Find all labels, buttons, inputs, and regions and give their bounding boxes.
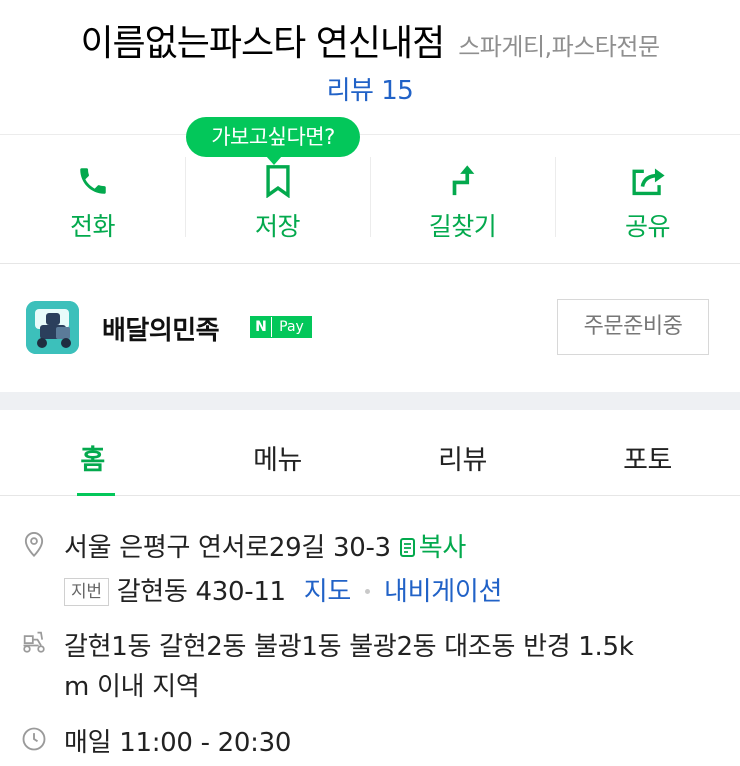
- bookmark-icon: [258, 161, 298, 201]
- directions-label: 길찾기: [428, 212, 497, 241]
- jibun-line: 지번 갈현동 430-11 지도 내비게이션: [64, 571, 502, 608]
- place-header: 이름없는파스타 연신내점 스파게티,파스타전문 리뷰 15: [0, 0, 740, 134]
- jibun-badge: 지번: [64, 578, 109, 606]
- jibun-address: 갈현동 430-11: [116, 577, 286, 607]
- delivery-area-line2: m 이내 지역: [64, 672, 200, 702]
- delivery-scooter-icon: [20, 628, 48, 656]
- directions-icon: [443, 161, 483, 201]
- section-divider: [0, 392, 740, 410]
- delivery-area-line1: 갈현1동 갈현2동 불광1동 불광2동 대조동 반경 1.5k: [64, 632, 634, 662]
- phone-icon: [73, 161, 113, 201]
- directions-button[interactable]: 길찾기: [370, 135, 555, 263]
- business-hours: 매일 11:00 - 20:30: [64, 728, 292, 758]
- share-button[interactable]: 공유: [555, 135, 740, 263]
- call-button[interactable]: 전화: [0, 135, 185, 263]
- save-tooltip: 가보고싶다면?: [186, 117, 360, 165]
- road-address: 서울 은평구 연서로29길 30-3: [64, 533, 391, 563]
- copy-label: 복사: [418, 533, 467, 563]
- place-category: 스파게티,파스타전문: [458, 33, 660, 61]
- place-title: 이름없는파스타 연신내점: [80, 23, 445, 64]
- clock-icon: [20, 725, 48, 753]
- map-link[interactable]: 지도: [304, 577, 352, 607]
- action-bar: 전화 저장 길찾기 공유: [0, 134, 740, 264]
- place-info: 서울 은평구 연서로29길 30-3 복사 지번 갈현동 430-11 지도 내비게…: [0, 496, 740, 766]
- copy-icon: [399, 538, 415, 557]
- tab-menu[interactable]: 메뉴: [185, 410, 370, 495]
- share-label: 공유: [624, 212, 671, 241]
- tab-review[interactable]: 리뷰: [370, 410, 555, 495]
- share-icon: [628, 161, 668, 201]
- navigation-link[interactable]: 내비게이션: [384, 577, 502, 607]
- npay-badge: N Pay: [250, 316, 312, 338]
- npay-pay-text: Pay: [271, 317, 311, 337]
- copy-address-button[interactable]: 복사: [399, 533, 466, 563]
- tab-bar: 홈 메뉴 리뷰 포토: [0, 410, 740, 496]
- save-label: 저장: [254, 212, 301, 241]
- call-label: 전화: [69, 212, 116, 241]
- address-line: 서울 은평구 연서로29길 30-3 복사: [64, 527, 466, 564]
- delivery-app-name[interactable]: 배달의민족: [102, 310, 220, 347]
- review-count-link[interactable]: 리뷰 15: [0, 70, 740, 107]
- order-status-button[interactable]: 주문준비중: [557, 299, 709, 355]
- delivery-section: 배달의민족 N Pay 주문준비중: [0, 264, 740, 392]
- tab-photo[interactable]: 포토: [555, 410, 740, 495]
- location-pin-icon: [20, 530, 48, 558]
- title-row: 이름없는파스타 연신내점 스파게티,파스타전문: [0, 14, 740, 66]
- tab-home[interactable]: 홈: [0, 410, 185, 496]
- npay-n-mark: N: [251, 317, 271, 337]
- separator-dot: [365, 589, 371, 594]
- baemin-app-icon[interactable]: [26, 301, 79, 354]
